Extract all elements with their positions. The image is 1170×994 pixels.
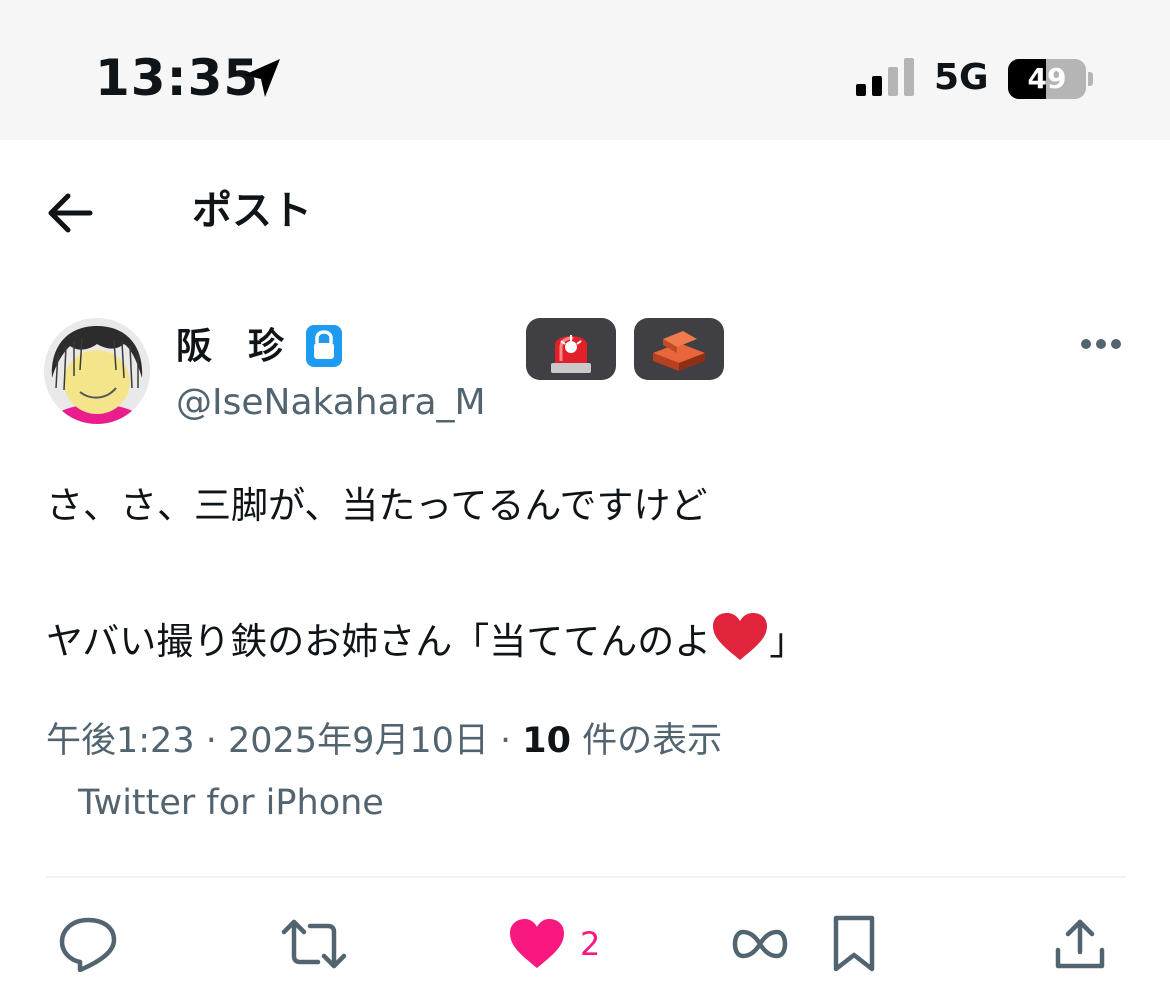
bookmark-button[interactable] (830, 912, 884, 976)
post-time[interactable]: 午後1:23 (46, 721, 195, 761)
police-light-icon (551, 335, 591, 373)
lock-icon (306, 325, 342, 367)
views-label: 件の表示 (571, 721, 723, 761)
back-arrow-icon[interactable] (44, 190, 96, 236)
post-date[interactable]: 2025年9月10日 (228, 721, 489, 761)
views-count: 10 (522, 721, 571, 761)
share-button[interactable] (1052, 912, 1112, 976)
post-screen: 13:35 5G 49 ポスト 阪 珍 @IseNakahara_M さ、さ、三… (0, 0, 1170, 994)
repost-button[interactable] (280, 912, 348, 976)
meta-separator: · (488, 721, 523, 761)
battery-level: 49 (1027, 62, 1067, 95)
share-icon (1055, 919, 1105, 969)
display-name[interactable]: 阪 珍 (176, 322, 284, 372)
views-button[interactable] (732, 912, 792, 976)
heart-filled-icon (510, 919, 564, 968)
tweet-line-2-end: 」 (769, 620, 807, 663)
like-button[interactable]: 2 (508, 912, 618, 976)
like-count: 2 (580, 925, 601, 963)
battery-icon: 49 (1008, 59, 1094, 99)
avatar[interactable] (44, 318, 150, 424)
brick-icon (653, 331, 705, 371)
tweet-text: さ、さ、三脚が、当たってるんですけど ヤバい撮り鉄のお姉さん「当ててんのよ 」 (46, 472, 1126, 676)
infinity-icon (732, 929, 788, 959)
page-title: ポスト (192, 188, 312, 234)
tweet-line-1: さ、さ、三脚が、当たってるんですけど (46, 484, 708, 527)
reply-button[interactable] (58, 912, 122, 976)
tweet-line-2: ヤバい撮り鉄のお姉さん「当ててんのよ 」 (46, 608, 1126, 676)
location-arrow-icon (244, 59, 280, 97)
tweet-line-2-text: ヤバい撮り鉄のお姉さん「当ててんのよ (46, 620, 712, 663)
avatar-image (44, 318, 150, 424)
status-time: 13:35 (95, 49, 260, 107)
network-type: 5G (934, 57, 989, 98)
divider (46, 876, 1126, 878)
brick-badge (634, 318, 724, 380)
bookmark-icon (833, 915, 875, 972)
police-light-badge (526, 318, 616, 380)
cellular-signal-icon (856, 58, 914, 96)
red-heart-emoji-icon (713, 613, 768, 660)
repost-icon (281, 919, 347, 969)
post-meta: 午後1:23 · 2025年9月10日 · 10 件の表示 (46, 716, 722, 766)
username[interactable]: @IseNakahara_M (176, 378, 486, 428)
more-options-icon[interactable] (1074, 326, 1128, 362)
post-source[interactable]: Twitter for iPhone (78, 778, 384, 828)
status-bar: 13:35 5G 49 (0, 0, 1170, 140)
meta-separator: · (194, 721, 228, 761)
reply-icon (59, 917, 117, 972)
